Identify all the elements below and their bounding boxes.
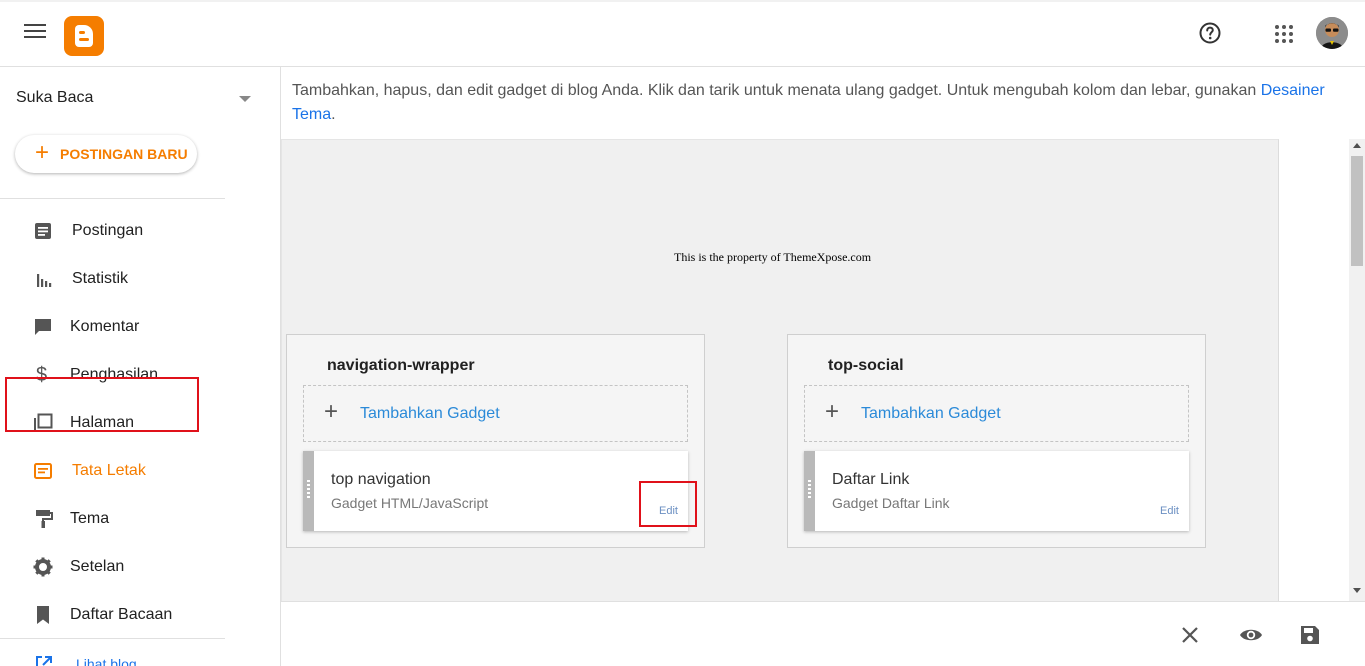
gadget-type: Gadget Daftar Link <box>832 495 950 511</box>
apps-grid-icon[interactable] <box>1274 24 1294 44</box>
gadget-type: Gadget HTML/JavaScript <box>331 495 489 511</box>
section-title: navigation-wrapper <box>327 357 475 374</box>
sidebar-item-label: Statistik <box>72 270 129 287</box>
plus-icon: + <box>825 398 840 425</box>
gadget-title: Daftar Link <box>832 471 910 488</box>
scroll-up-icon[interactable] <box>1353 143 1361 148</box>
sidebar-item-komentar[interactable]: Komentar <box>0 303 280 351</box>
sidebar-item-tema[interactable]: Tema <box>0 495 280 543</box>
gear-icon <box>33 557 53 577</box>
gadget-card: Daftar Link Gadget Daftar Link Edit <box>804 451 1189 531</box>
sidebar-divider <box>0 198 225 199</box>
posts-icon <box>35 223 51 239</box>
add-gadget-button[interactable]: + Tambahkan Gadget <box>804 385 1189 442</box>
sidebar-item-statistik[interactable]: Statistik <box>0 255 280 303</box>
section-top-social: top-social + Tambahkan Gadget Daftar Lin… <box>787 334 1206 548</box>
dropdown-caret-icon <box>239 96 251 102</box>
add-gadget-button[interactable]: + Tambahkan Gadget <box>303 385 688 442</box>
tata-letak-highlight-box <box>5 377 199 432</box>
sidebar: Suka Baca + POSTINGAN BARU Postingan Sta… <box>0 67 281 666</box>
blog-selector[interactable]: Suka Baca <box>16 89 256 109</box>
add-gadget-label: Tambahkan Gadget <box>861 405 1001 422</box>
blogger-logo-icon[interactable] <box>64 16 104 56</box>
drag-handle-icon[interactable] <box>303 451 314 531</box>
sidebar-item-label: Setelan <box>70 558 125 575</box>
plus-icon: + <box>324 398 339 425</box>
sidebar-item-label: Tata Letak <box>72 462 146 479</box>
new-post-button[interactable]: + POSTINGAN BARU <box>15 135 197 173</box>
sidebar-divider <box>0 638 225 639</box>
add-gadget-label: Tambahkan Gadget <box>360 405 500 422</box>
sidebar-item-daftar-bacaan[interactable]: Daftar Bacaan <box>0 591 280 639</box>
scroll-thumb[interactable] <box>1351 156 1363 266</box>
blog-name: Suka Baca <box>16 89 94 106</box>
drag-handle-icon[interactable] <box>804 451 815 531</box>
open-external-icon <box>36 656 52 666</box>
sidebar-item-label: Daftar Bacaan <box>70 606 173 623</box>
intro-end: . <box>331 106 336 123</box>
sidebar-item-label: Tema <box>70 510 110 527</box>
sidebar-item-setelan[interactable]: Setelan <box>0 543 280 591</box>
stats-icon <box>37 274 52 287</box>
gadget-card: top navigation Gadget HTML/JavaScript Ed… <box>303 451 688 531</box>
vertical-scrollbar[interactable] <box>1349 139 1365 601</box>
sidebar-item-label: Komentar <box>70 318 140 335</box>
comment-icon <box>35 319 51 335</box>
avatar[interactable] <box>1316 17 1348 49</box>
layout-instructions: Tambahkan, hapus, dan edit gadget di blo… <box>292 79 1352 127</box>
hamburger-menu-icon[interactable] <box>24 24 46 42</box>
bottom-action-bar <box>281 601 1365 666</box>
help-icon[interactable] <box>1198 21 1222 45</box>
bookmark-icon <box>37 606 49 624</box>
plus-icon: + <box>35 139 50 166</box>
gadget-edit-link[interactable]: Edit <box>1160 505 1179 517</box>
gadget-title: top navigation <box>331 471 431 488</box>
top-border <box>0 0 1365 2</box>
edit-highlight-box <box>639 481 697 527</box>
save-icon[interactable] <box>1299 624 1321 646</box>
view-blog-link[interactable]: Lihat blog <box>34 654 154 666</box>
sidebar-item-postingan[interactable]: Postingan <box>0 207 280 255</box>
intro-text: Tambahkan, hapus, dan edit gadget di blo… <box>292 82 1261 99</box>
blogger-layout-page: Suka Baca + POSTINGAN BARU Postingan Sta… <box>0 0 1365 666</box>
close-icon[interactable] <box>1179 624 1201 646</box>
paint-roller-icon <box>36 510 53 528</box>
layout-canvas: This is the property of ThemeXpose.com n… <box>281 139 1279 601</box>
sidebar-item-tata-letak[interactable]: Tata Letak <box>0 447 280 495</box>
top-app-bar <box>0 0 1365 67</box>
scroll-down-icon[interactable] <box>1353 588 1361 593</box>
new-post-label: POSTINGAN BARU <box>60 146 188 162</box>
view-blog-label: Lihat blog <box>76 656 137 666</box>
layout-icon <box>34 463 52 479</box>
preview-eye-icon[interactable] <box>1239 624 1263 646</box>
section-title: top-social <box>828 357 904 374</box>
property-notice: This is the property of ThemeXpose.com <box>674 250 872 264</box>
layout-main: Tambahkan, hapus, dan edit gadget di blo… <box>281 67 1365 601</box>
sidebar-item-label: Postingan <box>72 222 144 239</box>
